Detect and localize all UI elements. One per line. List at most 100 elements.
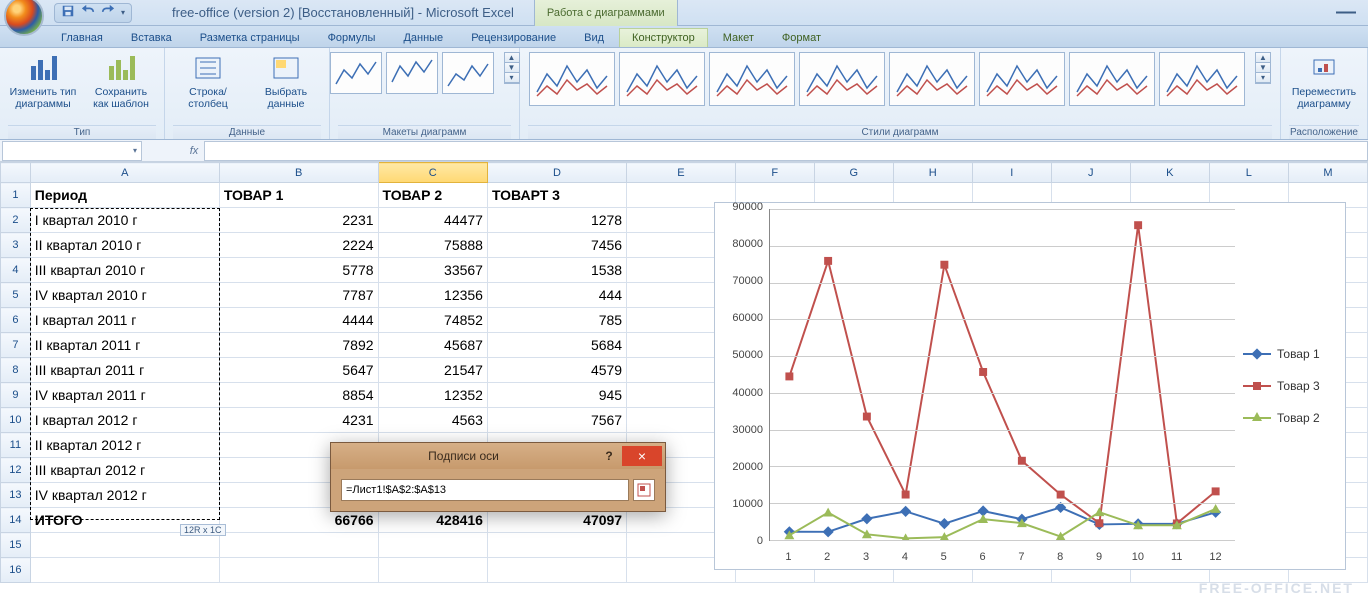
cell[interactable]: 1278	[487, 208, 626, 233]
cell[interactable]: 75888	[378, 233, 487, 258]
switch-row-column-button[interactable]: Строка/столбец	[173, 52, 243, 110]
cell[interactable]: Период	[30, 183, 219, 208]
legend-item[interactable]: Товар 1	[1243, 347, 1345, 361]
row-header[interactable]: 5	[1, 283, 31, 308]
embedded-chart[interactable]: 0100002000030000400005000060000700008000…	[714, 202, 1346, 570]
row-header[interactable]: 4	[1, 258, 31, 283]
axis-label-range-input[interactable]	[341, 479, 629, 501]
dialog-titlebar[interactable]: Подписи оси ? ×	[331, 443, 665, 469]
tab-page-layout[interactable]: Разметка страницы	[187, 28, 313, 47]
cell[interactable]	[30, 533, 219, 558]
window-minimize[interactable]: —	[1336, 1, 1356, 24]
select-all-corner[interactable]	[1, 163, 31, 183]
row-header[interactable]: 9	[1, 383, 31, 408]
row-header[interactable]: 11	[1, 433, 31, 458]
cell[interactable]: 7787	[219, 283, 378, 308]
layouts-scroll[interactable]: ▲▼▾	[504, 52, 520, 84]
cell[interactable]: 74852	[378, 308, 487, 333]
cell[interactable]: 4579	[487, 358, 626, 383]
cell[interactable]: III квартал 2012 г	[30, 458, 219, 483]
chart-style-preset[interactable]	[799, 52, 885, 106]
cell[interactable]: 4444	[219, 308, 378, 333]
chart-style-preset[interactable]	[979, 52, 1065, 106]
dialog-close-button[interactable]: ×	[622, 446, 662, 466]
cell[interactable]: 2231	[219, 208, 378, 233]
cell[interactable]: 5647	[219, 358, 378, 383]
cell[interactable]: III квартал 2010 г	[30, 258, 219, 283]
chart-style-preset[interactable]	[1159, 52, 1245, 106]
cell[interactable]: IV квартал 2011 г	[30, 383, 219, 408]
column-header[interactable]: H	[893, 163, 972, 183]
chart-style-preset[interactable]	[619, 52, 705, 106]
tab-insert[interactable]: Вставка	[118, 28, 185, 47]
cell[interactable]: 8854	[219, 383, 378, 408]
tab-chart-design[interactable]: Конструктор	[619, 28, 708, 47]
redo-icon[interactable]	[101, 4, 115, 21]
row-header[interactable]: 12	[1, 458, 31, 483]
chart-layout-preset[interactable]	[330, 52, 382, 94]
row-header[interactable]: 14	[1, 508, 31, 533]
change-chart-type-button[interactable]: Изменить тип диаграммы	[8, 52, 78, 110]
cell[interactable]: 2224	[219, 233, 378, 258]
cell[interactable]	[378, 533, 487, 558]
cell[interactable]: II квартал 2010 г	[30, 233, 219, 258]
row-header[interactable]: 15	[1, 533, 31, 558]
cell[interactable]	[378, 558, 487, 583]
chart-style-preset[interactable]	[889, 52, 975, 106]
range-picker-icon[interactable]	[633, 479, 655, 501]
row-header[interactable]: 13	[1, 483, 31, 508]
cell[interactable]: IV квартал 2010 г	[30, 283, 219, 308]
column-header[interactable]: G	[814, 163, 893, 183]
column-header[interactable]: A	[30, 163, 219, 183]
cell[interactable]: 945	[487, 383, 626, 408]
cell[interactable]: III квартал 2011 г	[30, 358, 219, 383]
column-header[interactable]: I	[972, 163, 1051, 183]
cell[interactable]	[219, 558, 378, 583]
cell[interactable]: 7567	[487, 408, 626, 433]
cell[interactable]: 44477	[378, 208, 487, 233]
worksheet-grid[interactable]: ABCDEFGHIJKLM1ПериодТОВАР 1ТОВАР 2ТОВАРТ…	[0, 162, 1368, 602]
column-header[interactable]: J	[1051, 163, 1130, 183]
chart-layout-preset[interactable]	[386, 52, 438, 94]
cell[interactable]: 1538	[487, 258, 626, 283]
cell[interactable]: 7456	[487, 233, 626, 258]
column-header[interactable]: K	[1130, 163, 1209, 183]
cell[interactable]: 33567	[378, 258, 487, 283]
formula-input[interactable]	[204, 141, 1368, 161]
cell[interactable]: II квартал 2011 г	[30, 333, 219, 358]
move-chart-button[interactable]: Переместить диаграмму	[1289, 52, 1359, 110]
cell[interactable]: IV квартал 2012 г	[30, 483, 219, 508]
cell[interactable]	[487, 558, 626, 583]
chart-style-preset[interactable]	[529, 52, 615, 106]
row-header[interactable]: 1	[1, 183, 31, 208]
column-header[interactable]: E	[627, 163, 736, 183]
column-header[interactable]: L	[1209, 163, 1288, 183]
row-header[interactable]: 16	[1, 558, 31, 583]
cell[interactable]	[219, 533, 378, 558]
row-header[interactable]: 10	[1, 408, 31, 433]
cell[interactable]: 785	[487, 308, 626, 333]
cell[interactable]	[30, 558, 219, 583]
cell[interactable]: 5684	[487, 333, 626, 358]
cell[interactable]: ТОВАР 1	[219, 183, 378, 208]
tab-data[interactable]: Данные	[390, 28, 456, 47]
cell[interactable]: 21547	[378, 358, 487, 383]
column-header[interactable]: F	[735, 163, 814, 183]
cell[interactable]: I квартал 2012 г	[30, 408, 219, 433]
legend-item[interactable]: Товар 2	[1243, 411, 1345, 425]
undo-icon[interactable]	[81, 4, 95, 21]
cell[interactable]: 45687	[378, 333, 487, 358]
name-box[interactable]	[2, 141, 142, 161]
qat-customize-icon[interactable]: ▾	[121, 8, 125, 17]
cell[interactable]: II квартал 2012 г	[30, 433, 219, 458]
column-header[interactable]: D	[487, 163, 626, 183]
cell[interactable]: I квартал 2011 г	[30, 308, 219, 333]
cell[interactable]: 5778	[219, 258, 378, 283]
chart-layout-preset[interactable]	[442, 52, 494, 94]
row-header[interactable]: 3	[1, 233, 31, 258]
tab-review[interactable]: Рецензирование	[458, 28, 569, 47]
column-header[interactable]: M	[1288, 163, 1367, 183]
row-header[interactable]: 2	[1, 208, 31, 233]
save-icon[interactable]	[61, 4, 75, 21]
save-as-template-button[interactable]: Сохранить как шаблон	[86, 52, 156, 110]
